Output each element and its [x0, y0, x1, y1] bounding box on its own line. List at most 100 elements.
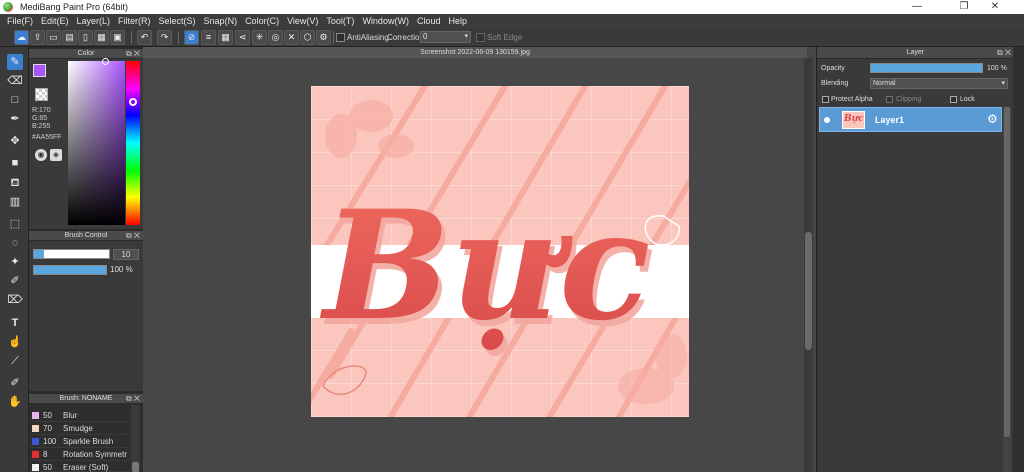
color-history-icon[interactable]: ◈: [50, 149, 62, 161]
radial-snap-icon[interactable]: ✳: [252, 30, 267, 45]
lock-label: Lock: [960, 96, 975, 103]
message-icon[interactable]: ▤: [62, 30, 77, 45]
transparent-swatch[interactable]: [35, 88, 48, 101]
layer-list-scrollbar[interactable]: [1003, 107, 1011, 472]
undo-icon[interactable]: ↶: [137, 30, 152, 45]
brush-opacity-slider[interactable]: [33, 265, 107, 275]
blending-select[interactable]: Normal ▾: [870, 78, 1008, 89]
canvas-scroll-thumb[interactable]: [805, 232, 812, 350]
brush-size-value[interactable]: 10: [113, 249, 139, 260]
softedge-checkbox[interactable]: [476, 33, 485, 42]
menu-cloud[interactable]: Cloud: [417, 16, 441, 26]
canvas-vertical-scrollbar[interactable]: [804, 58, 813, 472]
menu-edit[interactable]: Edit(E): [41, 16, 69, 26]
select-pen-tool-icon[interactable]: ✐: [7, 273, 23, 289]
lasso-tool-icon[interactable]: ◌: [7, 235, 23, 251]
saturation-value-picker[interactable]: [68, 58, 125, 225]
text-tool-icon[interactable]: T: [7, 315, 23, 331]
sv-picker-handle[interactable]: [102, 58, 109, 65]
layer-panel-title: Layer: [906, 49, 925, 56]
select-tool-icon[interactable]: ⬚: [7, 216, 23, 232]
menu-snap[interactable]: Snap(N): [204, 16, 238, 26]
snap-settings-icon[interactable]: ⚙: [316, 30, 331, 45]
bucket-tool-icon[interactable]: ⛾: [7, 175, 23, 191]
eraser-tool-icon[interactable]: ⌫: [7, 73, 23, 89]
grid-snap-icon[interactable]: ▦: [218, 30, 233, 45]
menu-tool[interactable]: Tool(T): [326, 16, 354, 26]
canvas-tab[interactable]: Screenshot 2022-06-09 130159.jpg: [143, 47, 807, 58]
vanishing-snap-icon[interactable]: ⋖: [235, 30, 250, 45]
brush-size: 8: [43, 450, 48, 459]
panel-controls-icon[interactable]: ⧉ ✕: [126, 231, 140, 241]
fill-rect-tool-icon[interactable]: ■: [7, 155, 23, 171]
panel-controls-icon[interactable]: ⧉ ✕: [126, 49, 140, 59]
upload-icon[interactable]: ⇪: [30, 30, 45, 45]
brush-control-title: Brush Control: [64, 232, 108, 239]
panel-controls-icon[interactable]: ⧉ ✕: [126, 394, 140, 404]
brush-swatch: [32, 451, 39, 458]
brush-list-scroll-thumb[interactable]: [132, 462, 139, 472]
layer-row[interactable]: Bực Layer1 ⚙: [819, 107, 1002, 132]
save-icon[interactable]: ▣: [110, 30, 125, 45]
curve-snap-icon[interactable]: ✕: [284, 30, 299, 45]
redo-icon[interactable]: ↷: [157, 30, 172, 45]
layer-list-scroll-thumb[interactable]: [1004, 107, 1010, 437]
hue-slider-handle[interactable]: [129, 98, 137, 106]
gear-icon[interactable]: ⚙: [987, 112, 998, 126]
maximize-button[interactable]: ❐: [949, 0, 979, 14]
move-tool-icon[interactable]: ✥: [7, 133, 23, 149]
color-r-value: R:170: [32, 107, 51, 114]
eyedropper-tool-icon[interactable]: ✐: [7, 375, 23, 391]
menu-file[interactable]: File(F): [7, 16, 33, 26]
menu-help[interactable]: Help: [448, 16, 467, 26]
layer-opacity-value: 100 %: [987, 65, 1007, 72]
artwork[interactable]: Bực Bực: [311, 86, 689, 417]
brush-row-eraser[interactable]: 50 Eraser (Soft): [29, 461, 130, 472]
antialiasing-checkbox[interactable]: [336, 33, 345, 42]
panel-controls-icon[interactable]: ⧉ ✕: [997, 47, 1011, 59]
protect-alpha-checkbox[interactable]: [822, 96, 829, 103]
comment-icon[interactable]: ▭: [46, 30, 61, 45]
parallel-snap-icon[interactable]: ≡: [201, 30, 216, 45]
clipping-checkbox[interactable]: [886, 96, 893, 103]
brush-row-blur[interactable]: 50 Blur: [29, 409, 130, 422]
hue-slider[interactable]: [126, 61, 140, 225]
ellipse-snap-icon[interactable]: ⬡: [300, 30, 315, 45]
pen-tool-icon[interactable]: ✒: [7, 111, 23, 127]
divide-tool-icon[interactable]: ⟋: [7, 353, 23, 369]
operation-tool-icon[interactable]: ☝: [7, 334, 23, 350]
menu-view[interactable]: View(V): [287, 16, 318, 26]
gradient-tool-icon[interactable]: ▥: [7, 194, 23, 210]
lock-checkbox[interactable]: [950, 96, 957, 103]
circle-snap-icon[interactable]: ◎: [268, 30, 283, 45]
magic-wand-tool-icon[interactable]: ✦: [7, 254, 23, 270]
menu-window[interactable]: Window(W): [362, 16, 409, 26]
hand-tool-icon[interactable]: ✋: [7, 394, 23, 410]
visibility-icon[interactable]: [824, 117, 830, 123]
brush-row-sparkle[interactable]: 100 Sparkle Brush: [29, 435, 130, 448]
layer-opacity-slider[interactable]: [870, 63, 983, 73]
page-icon[interactable]: ▯: [78, 30, 93, 45]
correction-select[interactable]: 0 ▾: [420, 31, 471, 43]
snap-off-icon[interactable]: ⊘: [184, 30, 199, 45]
minimize-button[interactable]: —: [902, 0, 932, 14]
brush-tool-icon[interactable]: ✎: [7, 54, 23, 70]
antialiasing-label: AntiAliasing: [347, 33, 389, 42]
brush-row-smudge[interactable]: 70 Smudge: [29, 422, 130, 435]
menu-filter[interactable]: Filter(R): [118, 16, 151, 26]
brush-size-slider[interactable]: [33, 249, 110, 259]
primary-color-swatch[interactable]: [33, 64, 46, 77]
brush-list-scrollbar[interactable]: [131, 405, 140, 472]
document-icon[interactable]: ▦: [94, 30, 109, 45]
brush-row-rotation[interactable]: 8 Rotation Symmetr: [29, 448, 130, 461]
menu-layer[interactable]: Layer(L): [77, 16, 111, 26]
brush-name: Smudge: [63, 424, 93, 433]
palette-icon[interactable]: ◉: [35, 149, 47, 161]
select-eraser-tool-icon[interactable]: ⌦: [7, 292, 23, 308]
dot-tool-icon[interactable]: □: [7, 92, 23, 108]
close-button[interactable]: ✕: [980, 0, 1010, 14]
menu-select[interactable]: Select(S): [159, 16, 196, 26]
cloud-icon[interactable]: ☁: [14, 30, 29, 45]
menu-color[interactable]: Color(C): [245, 16, 279, 26]
brush-opacity-fill: [34, 266, 106, 274]
